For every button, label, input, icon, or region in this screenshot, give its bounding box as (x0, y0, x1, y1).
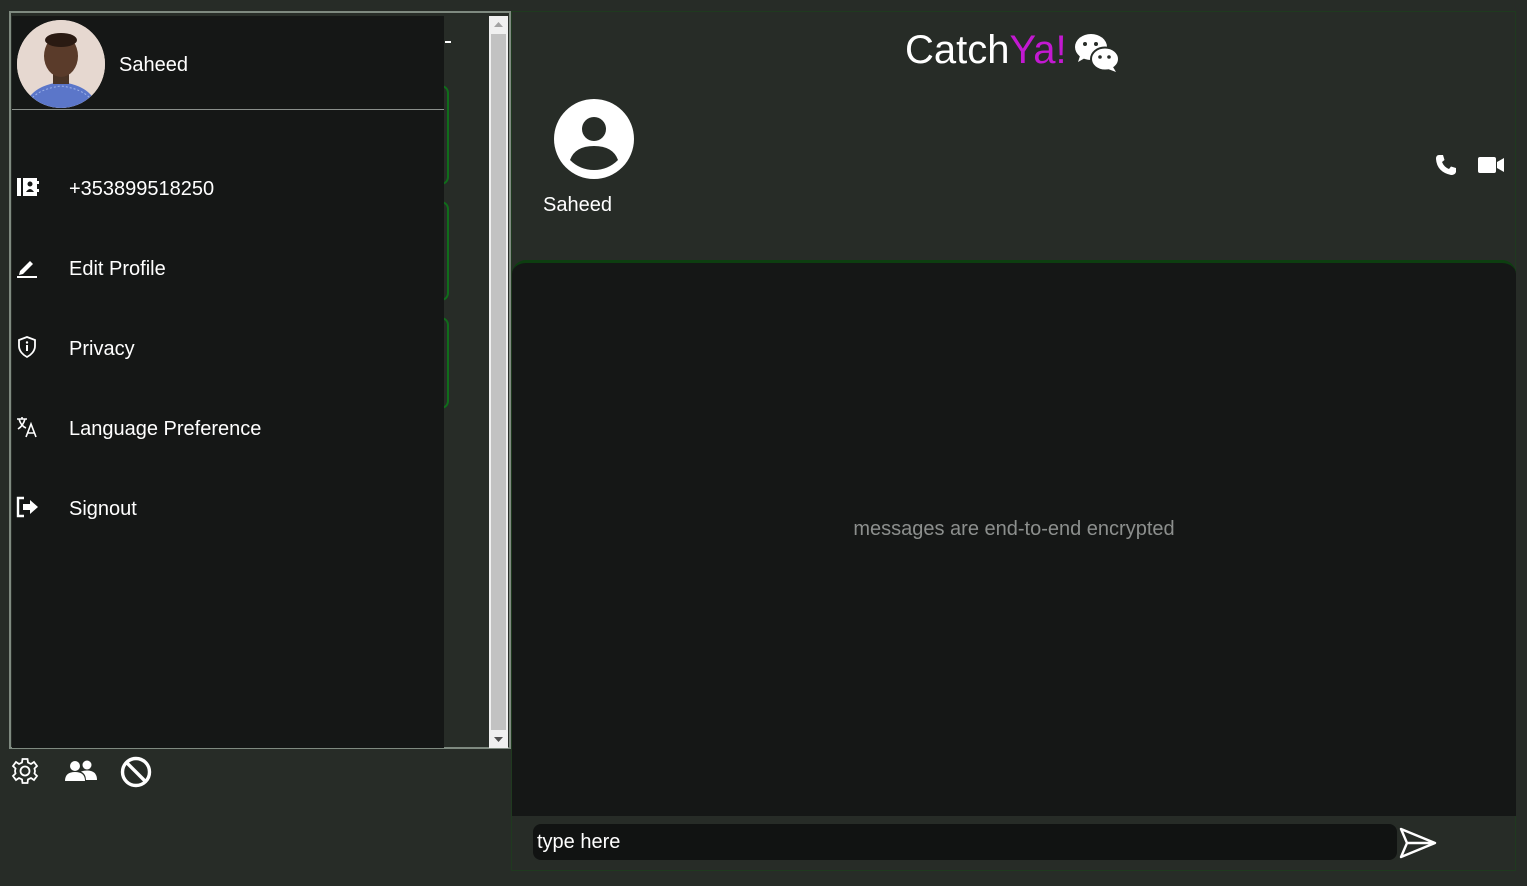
encryption-note: messages are end-to-end encrypted (853, 518, 1175, 540)
message-composer (533, 824, 1397, 860)
translate-icon (17, 417, 37, 438)
scroll-thumb[interactable] (491, 34, 506, 730)
sign-out-icon (16, 496, 38, 518)
menu-item-privacy[interactable]: Privacy (12, 330, 444, 370)
phone-icon[interactable] (1433, 152, 1459, 178)
drawer-header: Saheed (12, 16, 444, 110)
gear-icon (11, 758, 39, 784)
video-camera-icon[interactable] (1476, 152, 1506, 178)
brand-part-2: Ya! (1009, 28, 1067, 72)
settings-button[interactable] (10, 756, 42, 788)
wechat-icon (1075, 34, 1120, 72)
app-root: Saheed +353899518250 Edit Profile Privac… (0, 0, 1527, 886)
menu-label-language: Language Preference (69, 418, 262, 440)
menu-item-signout[interactable]: Signout (12, 490, 444, 530)
menu-item-phone[interactable]: +353899518250 (12, 170, 444, 210)
users-icon (65, 760, 97, 781)
block-icon (120, 756, 152, 788)
brand-part-1: Catch (905, 28, 1010, 72)
shield-icon (18, 336, 36, 359)
message-area[interactable]: messages are end-to-end encrypted (512, 260, 1516, 816)
scroll-up-arrow[interactable] (489, 16, 508, 33)
pencil-icon (17, 261, 37, 278)
send-icon[interactable] (1398, 826, 1438, 860)
menu-item-edit-profile[interactable]: Edit Profile (12, 250, 444, 290)
menu-label-privacy: Privacy (69, 338, 135, 360)
message-input[interactable] (533, 824, 1397, 860)
drawer-user-name: Saheed (119, 54, 188, 76)
brand-title: CatchYa! (905, 28, 1067, 73)
blocked-button[interactable] (120, 756, 152, 788)
scrollbar[interactable] (489, 16, 508, 748)
menu-label-edit-profile: Edit Profile (69, 258, 166, 280)
contact-card-icon (17, 178, 39, 196)
menu-item-language[interactable]: Language Preference (12, 410, 444, 450)
menu-label-signout: Signout (69, 498, 137, 520)
settings-drawer: Saheed +353899518250 Edit Profile Privac… (12, 16, 444, 748)
menu-label-phone: +353899518250 (69, 178, 215, 200)
contact-name: Saheed (543, 194, 612, 216)
chat-panel: CatchYa! Saheed messages are end-to-end (511, 11, 1516, 871)
profile-photo[interactable] (17, 20, 105, 108)
scroll-down-arrow[interactable] (489, 731, 508, 748)
left-panel: Saheed +353899518250 Edit Profile Privac… (9, 11, 511, 749)
divider (445, 41, 451, 43)
contact-avatar-icon[interactable] (553, 98, 635, 180)
contacts-button[interactable] (64, 756, 97, 788)
